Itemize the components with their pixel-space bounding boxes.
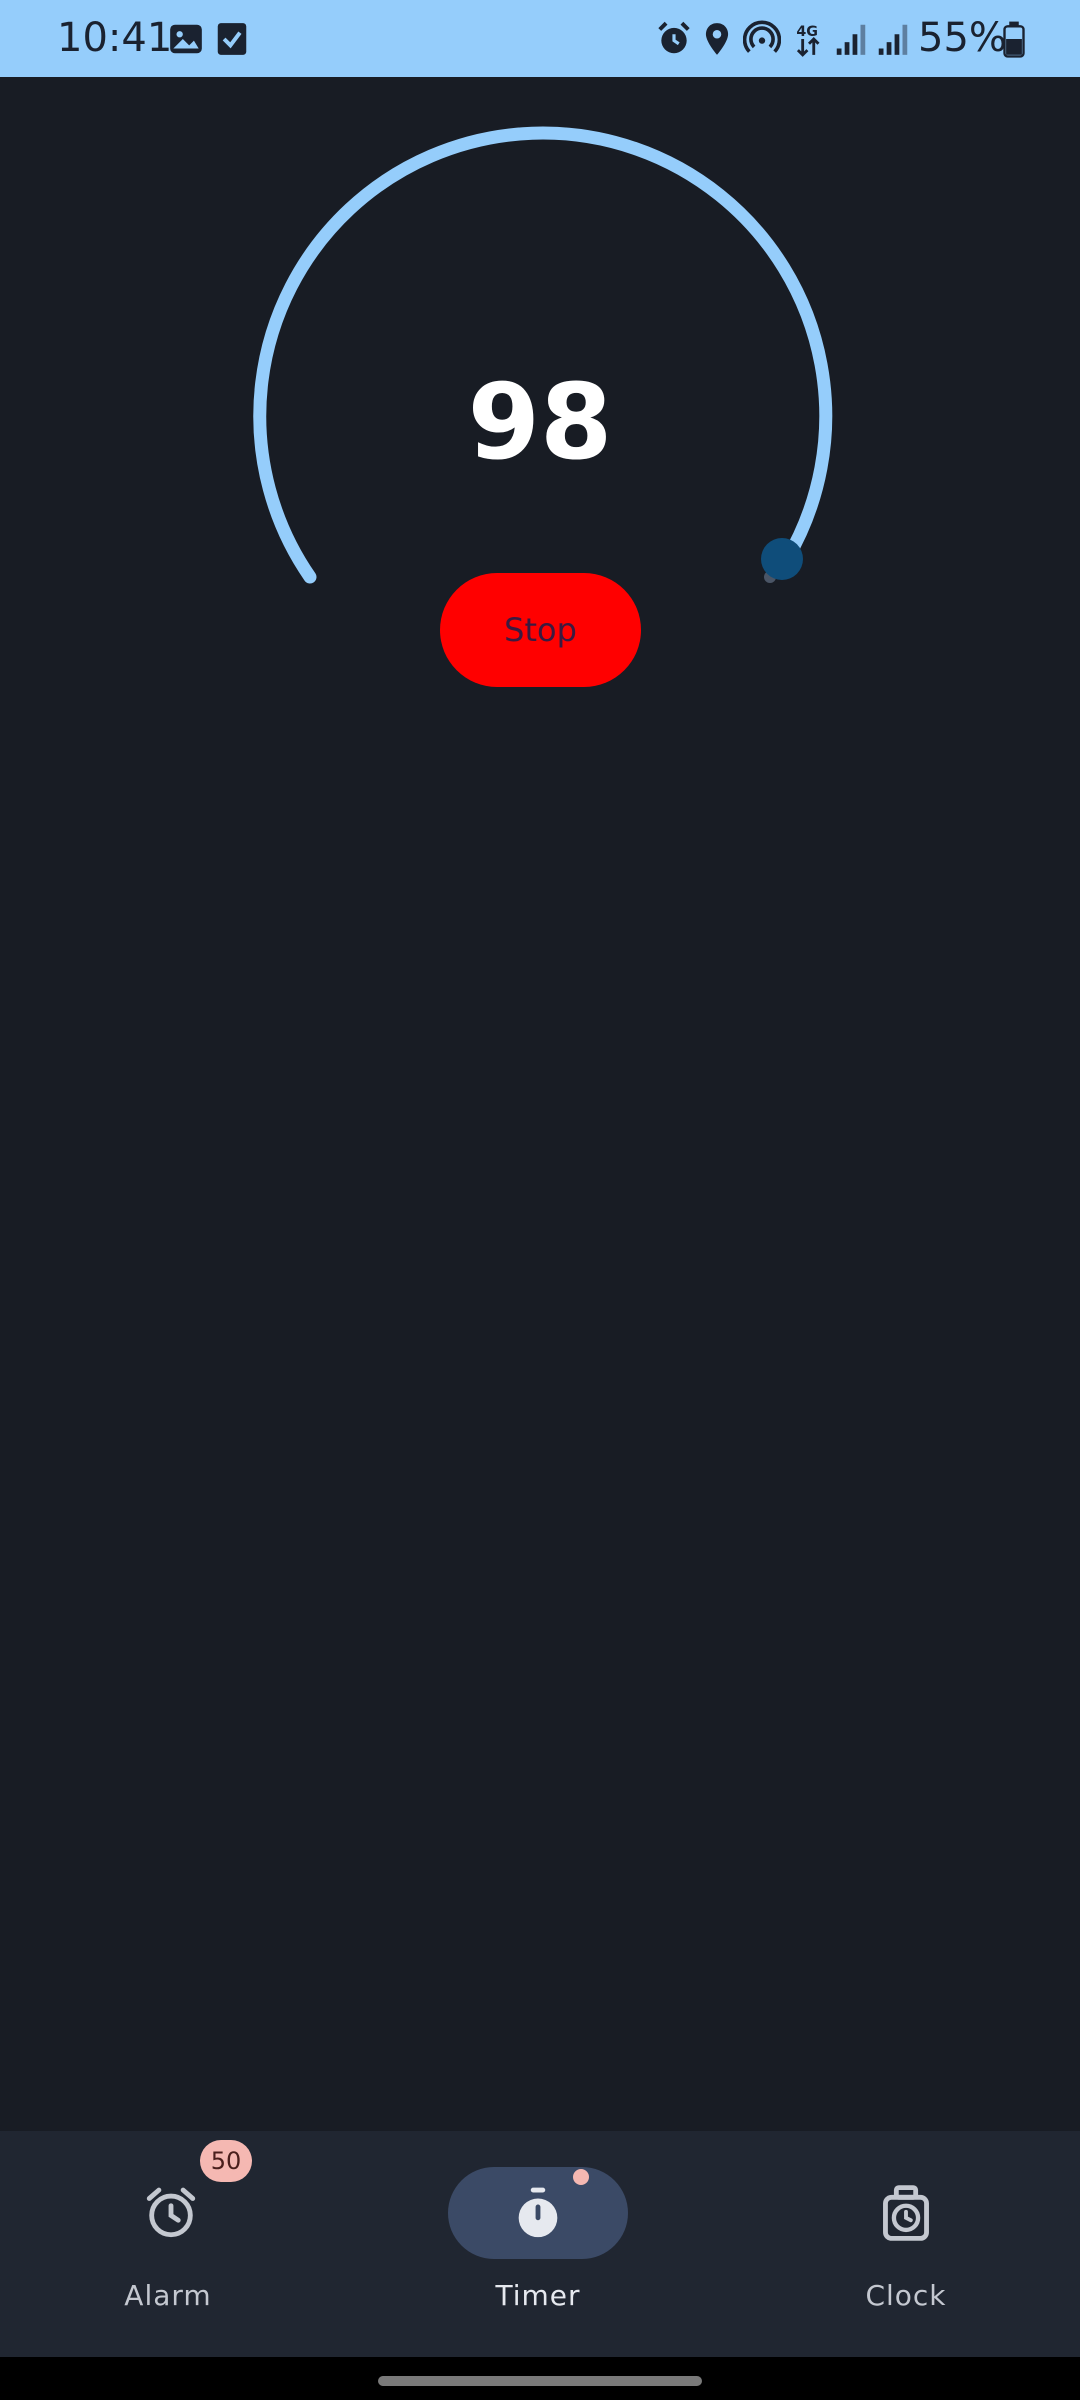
nav-item-clock[interactable]: Clock [741,2131,1041,2357]
hotspot-icon [743,20,781,53]
stopwatch-icon [518,2187,558,2238]
home-gesture-bar[interactable] [378,2376,702,2386]
nav-label-alarm: Alarm [124,2279,212,2312]
alarm-icon [658,21,690,54]
svg-text:4G: 4G [796,24,818,40]
nav-label-clock: Clock [865,2279,947,2312]
4g-data-icon: 4G [796,24,820,57]
battery-percentage: 55% [918,15,1007,61]
image-icon [170,24,202,54]
timer-value: 98 [467,361,613,483]
timer-handle[interactable] [761,538,803,580]
nav-item-timer[interactable]: Timer [373,2131,673,2357]
gesture-navigation-area [0,2357,1080,2400]
nav-item-alarm[interactable]: 50 Alarm [6,2131,306,2357]
nav-clock-icon-container [816,2167,996,2259]
nav-label-timer: Timer [495,2279,581,2312]
nav-timer-icon-container [448,2167,628,2259]
stop-button[interactable]: Stop [440,573,641,687]
timer-progress-arc [253,126,833,584]
status-time: 10:41 [57,15,173,61]
bottom-navigation: 50 Alarm Timer Clock [0,2131,1080,2357]
status-bar: 10:41 4G 55% [0,0,1080,77]
alarm-count-badge: 50 [200,2140,252,2182]
battery-icon [1003,21,1025,58]
clock-icon [883,2185,929,2241]
signal-icon [878,24,908,55]
location-icon [705,23,729,55]
signal-icon [836,24,866,55]
checkbox-icon [217,23,247,55]
timer-notification-dot [573,2169,589,2185]
alarm-clock-icon [146,2187,196,2238]
timer-screen: 98 Stop [0,77,1080,2131]
